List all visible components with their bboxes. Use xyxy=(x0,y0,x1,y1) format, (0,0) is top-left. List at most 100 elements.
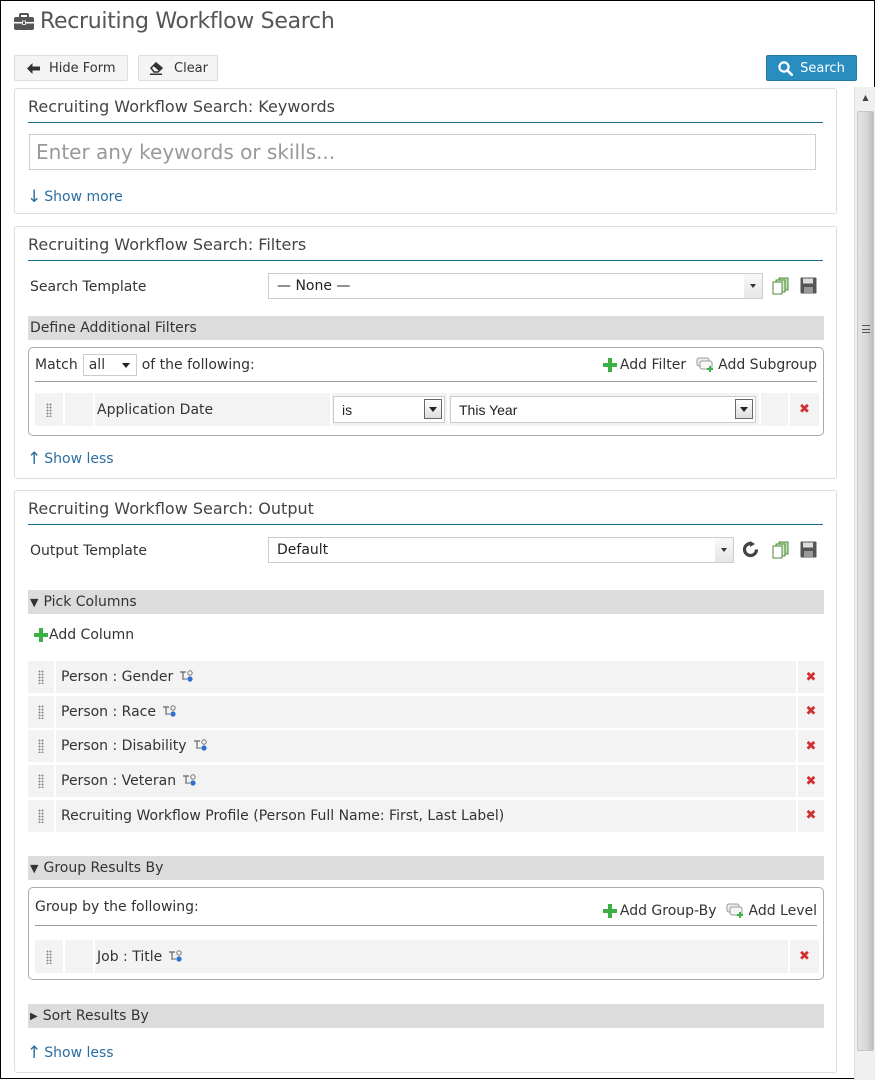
keywords-panel-title: Recruiting Workflow Search: Keywords xyxy=(28,97,335,116)
add-group-by-button[interactable]: Add Group-By xyxy=(602,903,716,919)
search-template-label: Search Template xyxy=(30,279,147,295)
drag-handle[interactable] xyxy=(28,765,56,798)
column-row: Person : Race ✖ xyxy=(28,695,824,728)
drag-handle-icon xyxy=(38,739,44,754)
add-subgroup-button[interactable]: Add Subgroup xyxy=(696,357,817,373)
delete-column-button[interactable]: ✖ xyxy=(796,765,824,798)
column-row: Recruiting Workflow Profile (Person Full… xyxy=(28,799,824,832)
arrow-left-icon xyxy=(27,62,40,74)
drag-handle-icon xyxy=(46,402,52,417)
add-filter-button[interactable]: Add Filter xyxy=(602,357,686,373)
search-template-select[interactable]: — None — xyxy=(268,273,763,299)
search-button[interactable]: Search xyxy=(766,55,857,81)
relation-icon xyxy=(162,704,176,717)
drag-handle[interactable] xyxy=(35,940,63,973)
show-more-link[interactable]: ↓ Show more xyxy=(27,187,123,207)
column-row: Person : Disability ✖ xyxy=(28,730,824,763)
value-cell: This Year xyxy=(449,393,759,426)
column-label-text: Person : Race xyxy=(61,703,156,720)
relation-icon xyxy=(193,739,207,751)
show-more-label: Show more xyxy=(44,189,123,205)
output-panel-title: Recruiting Workflow Search: Output xyxy=(28,499,314,518)
column-label-text: Person : Veteran xyxy=(61,773,177,790)
column-row: Person : Gender ✖ xyxy=(28,661,824,693)
add-subgroup-label: Add Subgroup xyxy=(718,357,817,373)
column-label: Recruiting Workflow Profile (Person Full… xyxy=(61,800,504,832)
caret-down-icon: ▼ xyxy=(30,595,39,609)
add-subgroup-icon xyxy=(696,357,714,372)
output-panel: Recruiting Workflow Search: Output Outpu… xyxy=(14,490,837,1073)
column-label: Person : Disability xyxy=(61,730,209,762)
pick-columns-label: Pick Columns xyxy=(43,594,137,610)
add-level-button[interactable]: Add Level xyxy=(726,903,817,919)
page-title: Recruiting Workflow Search xyxy=(40,9,335,34)
operator-value: is xyxy=(342,401,353,418)
close-icon: ✖ xyxy=(805,773,817,789)
drag-handle[interactable] xyxy=(35,393,63,426)
caret-down-icon: ▼ xyxy=(30,861,39,875)
sort-results-label: Sort Results By xyxy=(42,1008,149,1024)
drag-handle[interactable] xyxy=(28,799,56,832)
close-icon: ✖ xyxy=(805,738,817,754)
match-select[interactable]: all xyxy=(82,353,137,376)
add-level-icon xyxy=(726,903,744,918)
close-icon: ✖ xyxy=(805,808,817,824)
add-filter-label: Add Filter xyxy=(619,357,687,373)
filter-group: Match all of the following: Add Filter A… xyxy=(28,347,824,436)
drag-handle-icon xyxy=(38,704,44,719)
keywords-panel: Recruiting Workflow Search: Keywords ↓ S… xyxy=(14,88,837,214)
delete-filter-button[interactable]: ✖ xyxy=(790,393,819,426)
clear-button[interactable]: Clear xyxy=(138,55,218,81)
filters-title-rule xyxy=(28,260,823,261)
output-title-rule xyxy=(28,524,823,525)
delete-column-button[interactable]: ✖ xyxy=(796,799,824,832)
reset-icon[interactable] xyxy=(742,541,760,559)
drag-handle[interactable] xyxy=(28,661,56,693)
output-template-value: Default xyxy=(277,542,329,558)
match-suffix: of the following: xyxy=(141,356,255,373)
column-label: Person : Veteran xyxy=(61,765,198,797)
close-icon: ✖ xyxy=(799,402,810,417)
delete-group-by-button[interactable]: ✖ xyxy=(790,940,819,973)
define-filters-header: Define Additional Filters xyxy=(28,316,824,340)
drag-handle-icon xyxy=(38,808,44,823)
output-template-select[interactable]: Default xyxy=(268,537,734,563)
delete-column-button[interactable]: ✖ xyxy=(796,695,824,728)
vertical-scrollbar[interactable]: ▲ xyxy=(854,87,875,1080)
copy-template-icon[interactable] xyxy=(772,541,790,559)
keywords-input[interactable] xyxy=(29,134,816,170)
group-results-header[interactable]: ▼ Group Results By xyxy=(28,856,824,880)
add-column-button[interactable]: Add Column xyxy=(33,627,134,643)
group-by-field: Job : Title xyxy=(95,940,788,973)
arrow-down-icon: ↓ xyxy=(27,187,42,207)
sort-results-header[interactable]: ▶ Sort Results By xyxy=(28,1004,824,1028)
pick-columns-header[interactable]: ▼ Pick Columns xyxy=(28,590,824,614)
filter-field: Application Date xyxy=(95,393,330,426)
scrollbar-thumb[interactable] xyxy=(857,111,874,1051)
drag-handle[interactable] xyxy=(28,695,56,728)
filters-show-less-link[interactable]: ↑ Show less xyxy=(27,449,114,469)
arrow-up-icon: ↑ xyxy=(27,449,42,469)
output-show-less-link[interactable]: ↑ Show less xyxy=(27,1043,114,1063)
filter-value-select[interactable]: This Year xyxy=(450,396,756,423)
group-by-prefix: Group by the following: xyxy=(35,898,199,915)
copy-template-icon[interactable] xyxy=(772,277,790,295)
hide-form-button[interactable]: Hide Form xyxy=(14,55,128,81)
delete-column-button[interactable]: ✖ xyxy=(796,730,824,763)
drag-handle[interactable] xyxy=(28,730,56,763)
scroll-up-arrow-icon[interactable]: ▲ xyxy=(855,87,875,107)
close-icon: ✖ xyxy=(799,949,810,964)
save-template-icon[interactable] xyxy=(800,277,818,295)
relation-icon xyxy=(183,774,196,786)
column-label: Person : Gender xyxy=(61,661,195,693)
filter-actions: Add Filter Add Subgroup xyxy=(592,348,817,382)
close-icon: ✖ xyxy=(805,669,817,685)
arrow-up-icon: ↑ xyxy=(27,1043,42,1063)
operator-select[interactable]: is xyxy=(333,396,445,423)
output-show-less-label: Show less xyxy=(44,1045,114,1061)
filter-row: Application Date is This Year ✖ xyxy=(35,393,819,426)
indent-cell xyxy=(65,940,93,973)
save-template-icon[interactable] xyxy=(800,541,818,559)
column-label-text: Person : Disability xyxy=(61,738,187,755)
delete-column-button[interactable]: ✖ xyxy=(796,661,824,693)
